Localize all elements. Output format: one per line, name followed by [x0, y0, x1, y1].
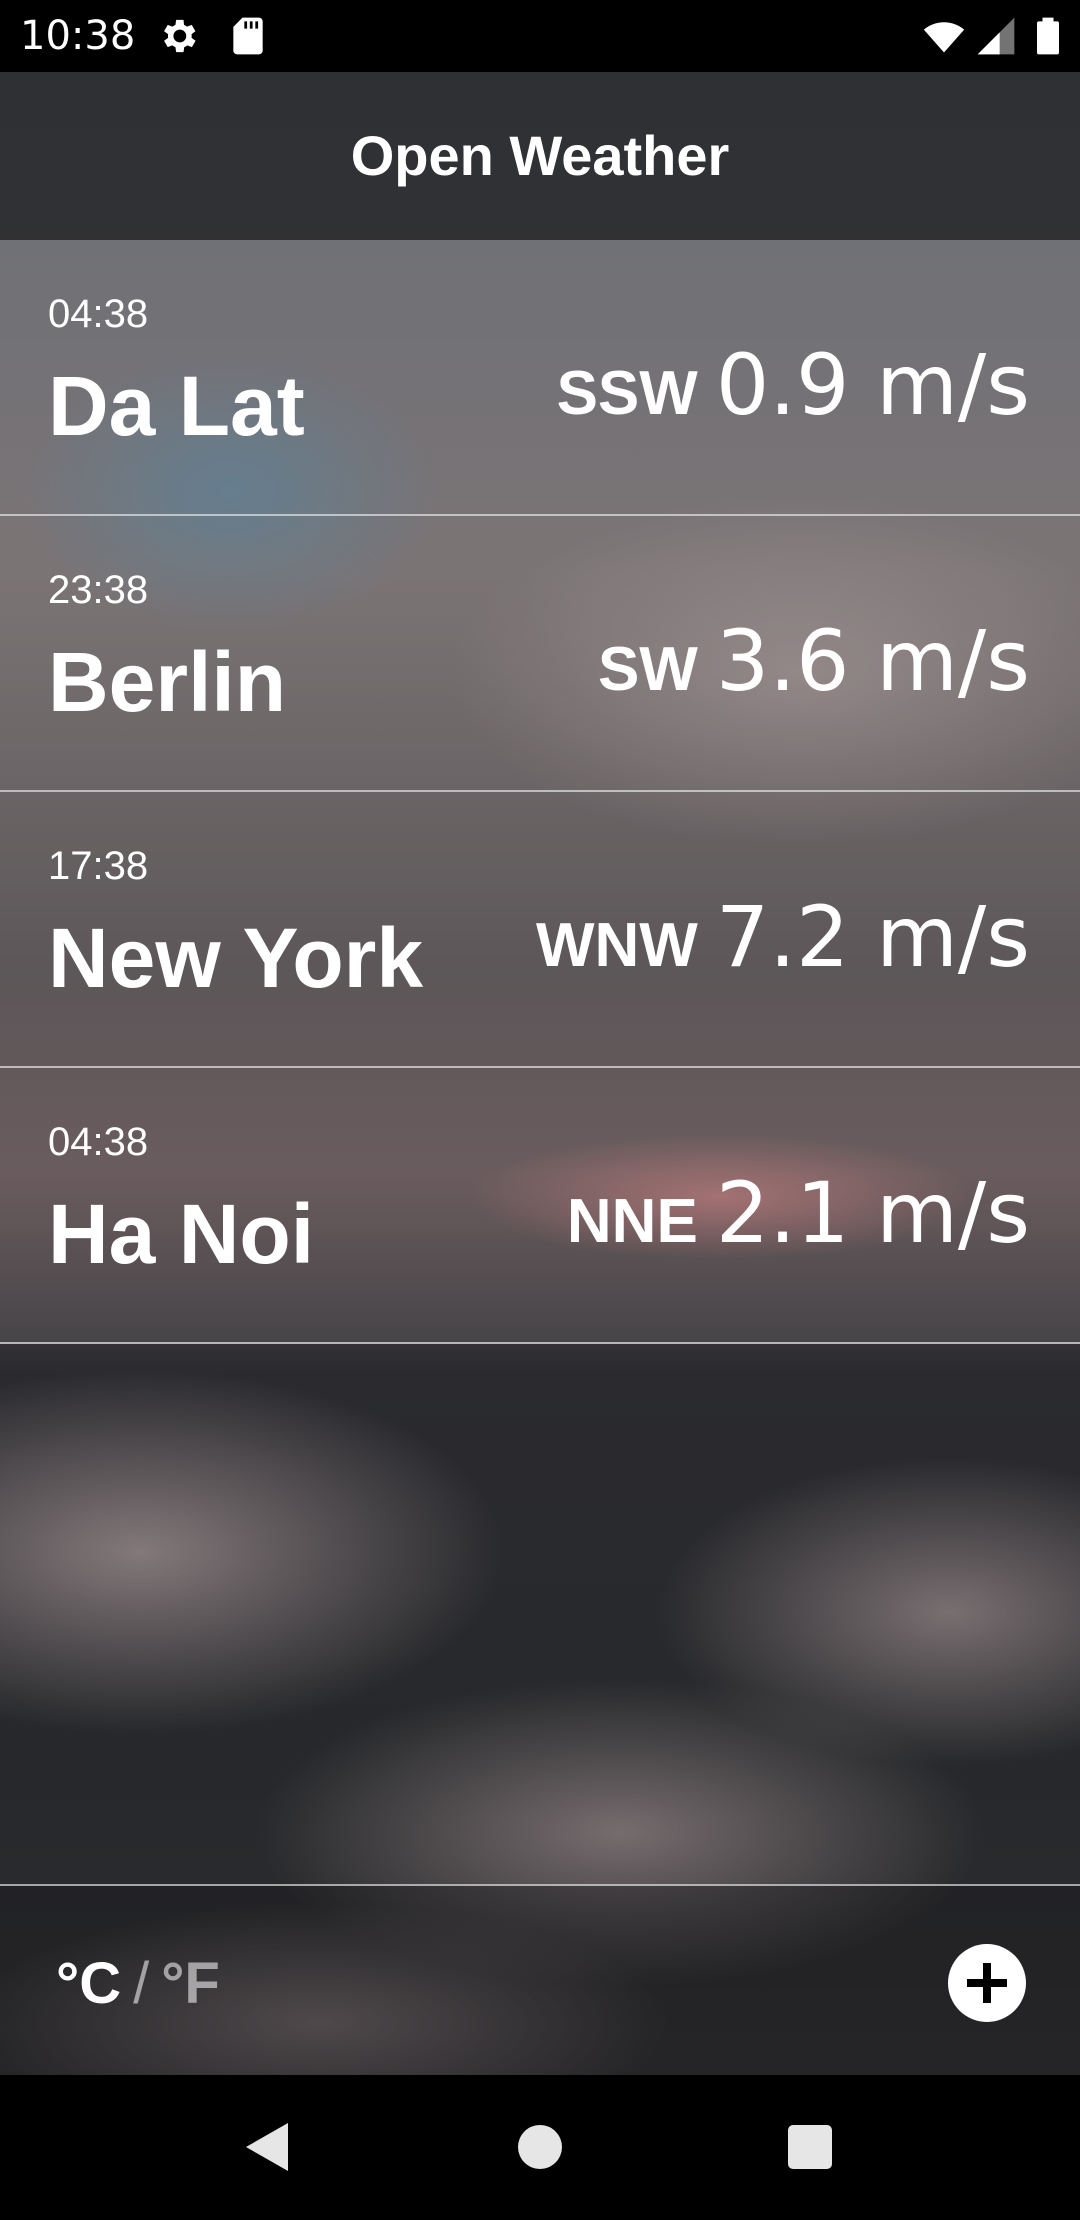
app-bar: Open Weather: [0, 72, 1080, 240]
wind-speed: 0.9 m/s: [715, 336, 1030, 434]
city-local-time: 17:38: [48, 844, 149, 888]
city-name: Ha Noi: [48, 1187, 315, 1281]
city-row-da-lat[interactable]: 04:38 Da Lat SSW 0.9 m/s: [0, 240, 1080, 516]
wind-direction: WNW: [536, 911, 698, 980]
battery-icon: [1026, 14, 1070, 58]
unit-fahrenheit[interactable]: °F: [161, 1951, 220, 2016]
home-icon[interactable]: [500, 2107, 580, 2187]
status-bar: 10:38: [0, 0, 1080, 72]
signal-icon: [974, 14, 1018, 58]
wifi-icon: [922, 14, 966, 58]
app-title: Open Weather: [350, 124, 730, 187]
wind-direction: SW: [597, 635, 698, 704]
footer: °C / °F: [0, 1886, 1080, 2075]
gear-icon: [156, 14, 200, 58]
unit-celsius[interactable]: °C: [56, 1951, 121, 2016]
status-time: 10:38: [20, 13, 136, 59]
city-local-time: 04:38: [48, 292, 149, 336]
wind-speed: 2.1 m/s: [715, 1164, 1030, 1262]
sd-card-icon: [226, 14, 270, 58]
back-icon[interactable]: [228, 2107, 308, 2187]
unit-toggle[interactable]: °C / °F: [56, 1952, 220, 2016]
city-row-berlin[interactable]: 23:38 Berlin SW 3.6 m/s: [0, 516, 1080, 792]
wind-speed: 7.2 m/s: [715, 888, 1030, 986]
city-row-new-york[interactable]: 17:38 New York WNW 7.2 m/s: [0, 792, 1080, 1068]
city-wind: NNE 2.1 m/s: [567, 1164, 1030, 1262]
navigation-bar: [0, 2075, 1080, 2220]
wind-direction: NNE: [566, 1187, 698, 1256]
city-local-time: 04:38: [48, 1120, 149, 1164]
city-wind: SW 3.6 m/s: [598, 612, 1030, 710]
city-wind: SSW 0.9 m/s: [557, 336, 1030, 434]
unit-separator: /: [133, 1951, 150, 2016]
city-row-ha-noi[interactable]: 04:38 Ha Noi NNE 2.1 m/s: [0, 1068, 1080, 1344]
city-wind: WNW 7.2 m/s: [536, 888, 1030, 986]
city-name: Berlin: [48, 635, 287, 729]
add-city-button[interactable]: [948, 1944, 1026, 2022]
city-name: Da Lat: [48, 359, 305, 453]
city-local-time: 23:38: [48, 568, 149, 612]
recents-icon[interactable]: [770, 2107, 850, 2187]
wind-speed: 3.6 m/s: [715, 612, 1030, 710]
plus-circle-icon: [967, 1963, 1007, 2003]
city-name: New York: [48, 911, 424, 1005]
screen: 10:38 Open Weather 04:38 Da Lat SSW 0.9 m…: [0, 0, 1080, 2220]
city-list: 04:38 Da Lat SSW 0.9 m/s 23:38 Berlin SW 3…: [0, 240, 1080, 1344]
wind-direction: SSW: [556, 359, 698, 428]
